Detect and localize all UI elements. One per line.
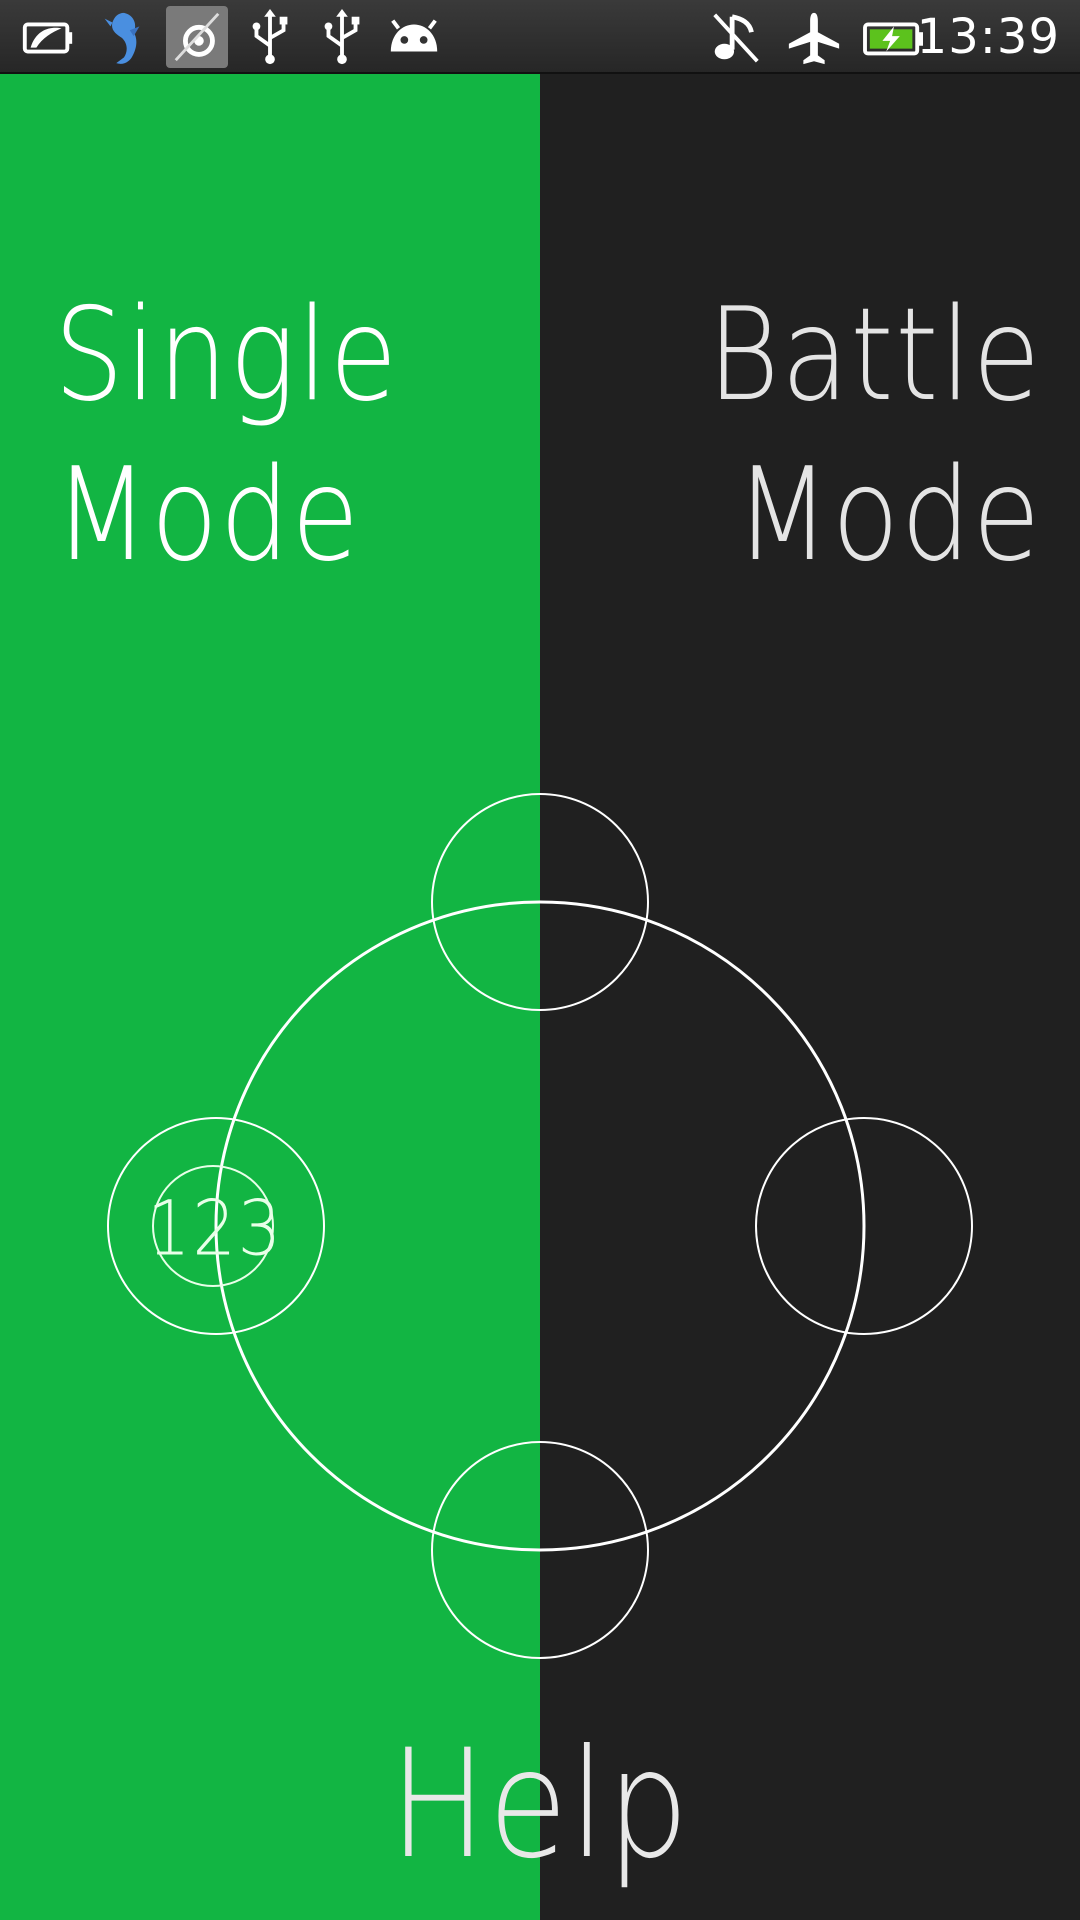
app-screen: 13:39 Single Mode Battle Mode 123 Help xyxy=(0,0,1080,1920)
bottom-node-button[interactable] xyxy=(432,1442,648,1658)
airplane-mode-icon xyxy=(784,8,844,68)
single-mode-label[interactable]: Single Mode xyxy=(54,276,399,596)
status-bar: 13:39 xyxy=(0,0,1080,74)
app-notification-icon xyxy=(166,6,228,68)
usb-icon xyxy=(240,8,300,68)
dolphin-app-icon xyxy=(94,8,154,68)
left-node-button[interactable] xyxy=(108,1118,324,1334)
battle-mode-label[interactable]: Battle Mode xyxy=(708,276,1042,596)
right-node-button[interactable] xyxy=(756,1118,972,1334)
android-debug-icon xyxy=(384,8,444,68)
usb-icon-2 xyxy=(312,8,372,68)
top-node-button[interactable] xyxy=(432,794,648,1010)
single-mode-line2: Mode xyxy=(54,441,361,590)
music-off-icon xyxy=(706,8,766,68)
battle-mode-line1: Battle xyxy=(707,281,1042,430)
battery-saver-icon xyxy=(18,8,78,68)
single-mode-line1: Single xyxy=(54,281,399,430)
battle-mode-line2: Mode xyxy=(735,441,1042,590)
status-clock: 13:39 xyxy=(916,9,1060,65)
help-button[interactable]: Help xyxy=(390,1720,691,1890)
